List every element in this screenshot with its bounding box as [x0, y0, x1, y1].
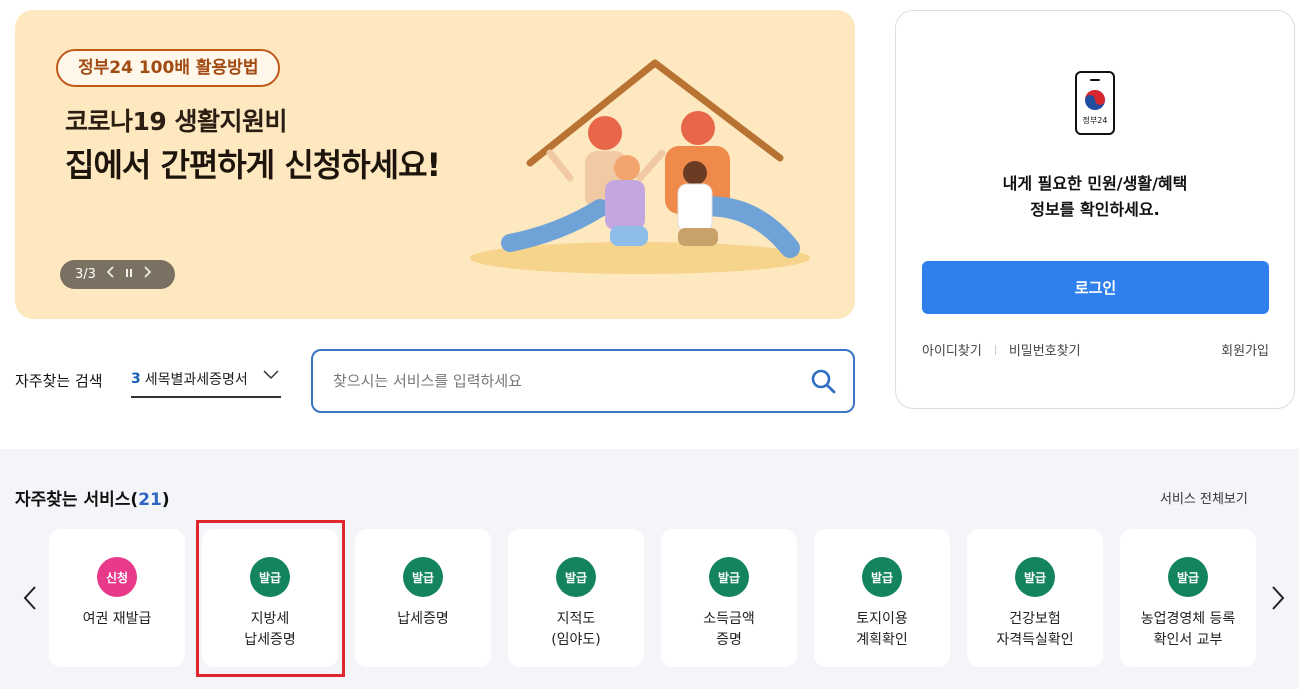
favorite-search-label: 자주찾는 검색 [15, 372, 103, 390]
section-title: 자주찾는 서비스(21) [15, 485, 170, 510]
favorite-search-select[interactable]: 3 세목별과세증명서 [131, 362, 281, 398]
issue-badge: 발급 [250, 557, 290, 597]
issue-badge: 발급 [1015, 557, 1055, 597]
carousel-next-button[interactable] [1270, 585, 1286, 615]
issue-badge: 발급 [1168, 557, 1208, 597]
chevron-right-icon [1272, 586, 1285, 610]
chevron-down-icon [263, 370, 279, 380]
issue-badge: 발급 [403, 557, 443, 597]
search-button[interactable] [793, 351, 853, 411]
chevron-left-icon[interactable] [106, 260, 115, 289]
carousel-prev-button[interactable] [22, 585, 38, 615]
find-password-link[interactable]: 비밀번호찾기 [1009, 340, 1081, 359]
service-card-land-use-plan[interactable]: 발급 토지이용 계획확인 [814, 529, 950, 667]
issue-badge: 발급 [862, 557, 902, 597]
service-card-cadastral-map[interactable]: 발급 지적도 (임야도) [508, 529, 644, 667]
service-card-label: 건강보험 자격득실확인 [996, 611, 1074, 648]
service-card-passport-reissue[interactable]: 신청 여권 재발급 [49, 529, 185, 667]
find-id-link[interactable]: 아이디찾기 [922, 340, 982, 359]
pause-icon[interactable] [125, 260, 133, 289]
login-panel: 정부24 내게 필요한 민원/생활/혜택 정보를 확인하세요. 로그인 아이디찾… [895, 10, 1295, 409]
service-count: 21 [138, 490, 162, 510]
section-title-text: 자주찾는 서비스 [15, 490, 131, 510]
search-input[interactable] [313, 351, 793, 411]
favorite-search-rank: 3 [131, 371, 141, 387]
favorite-search-value: 세목별과세증명서 [144, 372, 248, 388]
family-house-illustration [470, 59, 810, 274]
service-card-local-tax-certificate[interactable]: 발급 지방세 납세증명 [202, 529, 338, 667]
service-card-label: 여권 재발급 [82, 611, 152, 627]
login-links: 아이디찾기 비밀번호찾기 회원가입 [922, 340, 1269, 359]
banner-tag: 정부24 100배 활용방법 [56, 49, 281, 87]
service-card-farm-registration[interactable]: 발급 농업경영체 등록 확인서 교부 [1120, 529, 1256, 667]
service-card-health-insurance[interactable]: 발급 건강보험 자격득실확인 [967, 529, 1103, 667]
banner-subtitle: 코로나19 생활지원비 [65, 107, 288, 136]
banner-title: 집에서 간편하게 신청하세요! [65, 146, 441, 184]
frequent-services-section: 자주찾는 서비스(21) 서비스 전체보기 신청 여권 재발급 발급 지방세 납… [0, 449, 1299, 689]
search-box [311, 349, 855, 413]
banner-pager-control: 3/3 [60, 260, 175, 289]
login-message: 내게 필요한 민원/생활/혜택 정보를 확인하세요. [896, 171, 1294, 223]
taeguk-icon [1085, 90, 1105, 110]
login-message-line1: 내게 필요한 민원/생활/혜택 [1002, 174, 1188, 193]
service-card-income-certificate[interactable]: 발급 소득금액 증명 [661, 529, 797, 667]
view-all-services-link[interactable]: 서비스 전체보기 [1160, 488, 1248, 507]
service-card-label: 지적도 (임야도) [551, 611, 601, 648]
issue-badge: 발급 [709, 557, 749, 597]
divider [994, 344, 996, 355]
login-message-line2: 정보를 확인하세요. [1030, 200, 1160, 219]
banner-pager-text: 3/3 [75, 267, 96, 282]
search-icon [811, 369, 836, 394]
service-card-label: 소득금액 증명 [703, 611, 755, 648]
login-button[interactable]: 로그인 [922, 261, 1269, 314]
service-card-tax-payment-certificate[interactable]: 발급 납세증명 [355, 529, 491, 667]
logo-text: 정부24 [1082, 116, 1108, 125]
service-card-label: 지방세 납세증명 [244, 611, 296, 648]
service-card-label: 납세증명 [397, 611, 449, 627]
signup-link[interactable]: 회원가입 [1221, 340, 1269, 359]
service-card-label: 토지이용 계획확인 [856, 611, 908, 648]
chevron-left-icon [23, 586, 36, 610]
issue-badge: 발급 [556, 557, 596, 597]
apply-badge: 신청 [97, 557, 137, 597]
count-paren-close: ) [161, 490, 170, 510]
gov24-phone-icon: 정부24 [1075, 71, 1115, 135]
service-card-list: 신청 여권 재발급 발급 지방세 납세증명 발급 납세증명 발급 지적도 (임야… [49, 529, 1256, 667]
promo-banner[interactable]: 정부24 100배 활용방법 코로나19 생활지원비 집에서 간편하게 신청하세… [15, 10, 855, 319]
service-card-label: 농업경영체 등록 확인서 교부 [1140, 611, 1236, 648]
chevron-right-icon[interactable] [143, 260, 152, 289]
